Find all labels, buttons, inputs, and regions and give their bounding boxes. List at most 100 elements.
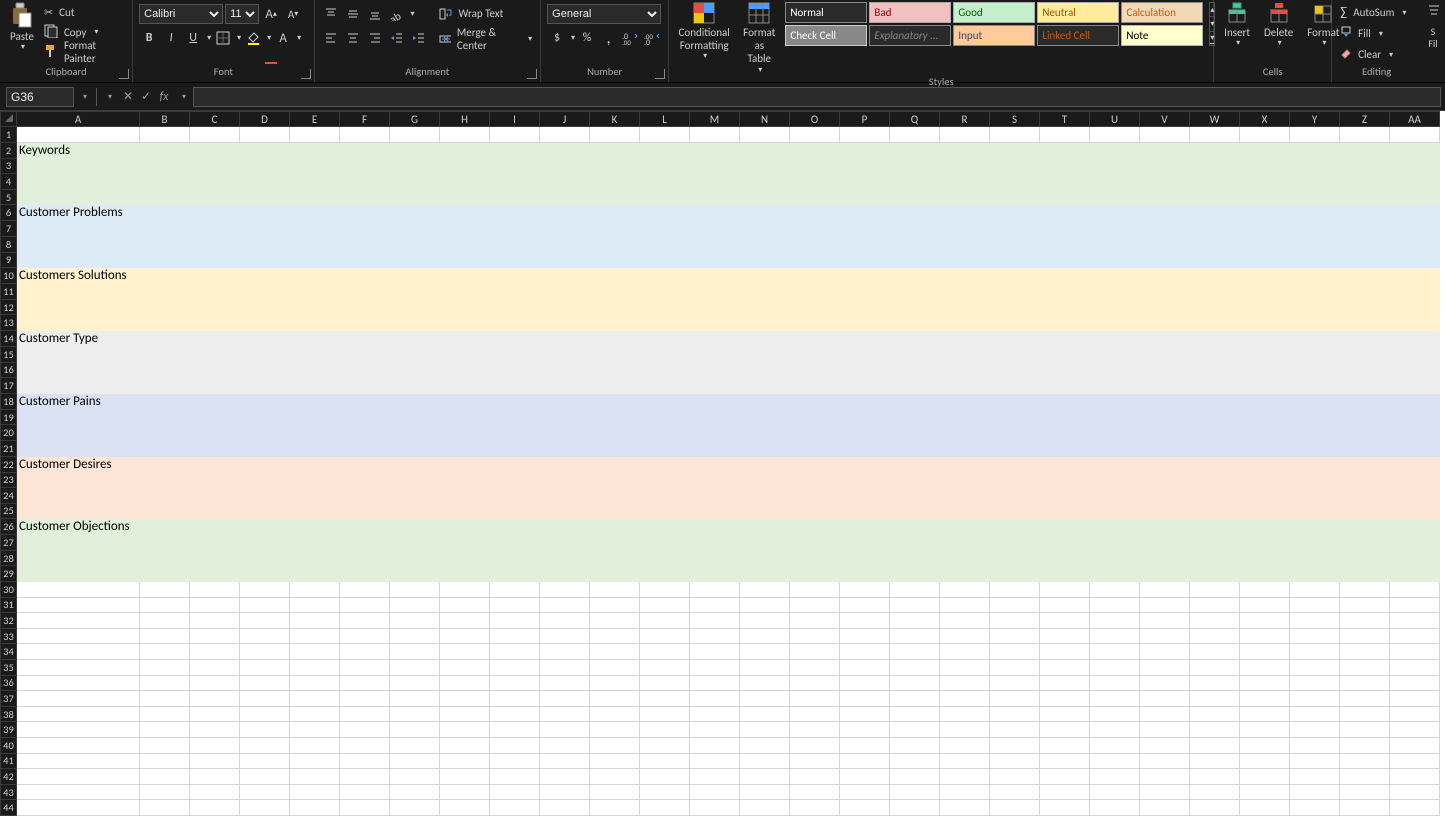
cell[interactable] xyxy=(1340,346,1390,362)
cell[interactable] xyxy=(1240,315,1290,331)
cell[interactable] xyxy=(440,738,490,754)
cell[interactable] xyxy=(690,738,740,754)
cell[interactable] xyxy=(1240,582,1290,598)
cell[interactable] xyxy=(1390,644,1440,660)
cell[interactable] xyxy=(1240,174,1290,190)
font-launcher[interactable] xyxy=(301,69,311,79)
cell[interactable] xyxy=(1090,488,1140,504)
cell[interactable] xyxy=(440,362,490,378)
cell[interactable] xyxy=(940,378,990,394)
cell[interactable] xyxy=(890,503,940,519)
cell[interactable] xyxy=(1190,315,1240,331)
cell[interactable] xyxy=(540,519,590,535)
cell[interactable] xyxy=(990,597,1040,613)
cell[interactable] xyxy=(540,425,590,441)
cell[interactable] xyxy=(1390,252,1440,268)
cell[interactable] xyxy=(990,127,1040,143)
cell[interactable] xyxy=(640,284,690,300)
cell[interactable] xyxy=(1190,519,1240,535)
cell[interactable] xyxy=(240,127,290,143)
underline-button[interactable]: U xyxy=(183,28,203,48)
cell[interactable] xyxy=(840,205,890,221)
cell[interactable] xyxy=(540,378,590,394)
cell[interactable] xyxy=(490,268,540,284)
cell[interactable] xyxy=(440,236,490,252)
cell[interactable] xyxy=(1140,456,1190,472)
cell[interactable] xyxy=(840,582,890,598)
cell[interactable] xyxy=(290,784,340,800)
cell[interactable] xyxy=(640,174,690,190)
cell[interactable] xyxy=(17,784,140,800)
cell[interactable] xyxy=(1340,299,1390,315)
cell[interactable] xyxy=(590,456,640,472)
cell[interactable] xyxy=(1290,252,1340,268)
cell[interactable] xyxy=(690,628,740,644)
cell[interactable] xyxy=(990,706,1040,722)
cell[interactable] xyxy=(1040,346,1090,362)
cell[interactable] xyxy=(440,409,490,425)
cell[interactable] xyxy=(140,535,190,551)
cell[interactable] xyxy=(1140,236,1190,252)
cell[interactable] xyxy=(1290,456,1340,472)
cell[interactable] xyxy=(1040,425,1090,441)
cell[interactable] xyxy=(290,738,340,754)
number-format-select[interactable]: General xyxy=(547,4,661,24)
cell[interactable] xyxy=(890,221,940,237)
cell[interactable] xyxy=(340,784,390,800)
cell[interactable] xyxy=(340,189,390,205)
cell[interactable] xyxy=(390,252,440,268)
cell[interactable] xyxy=(240,488,290,504)
cell[interactable] xyxy=(890,784,940,800)
cell[interactable] xyxy=(390,550,440,566)
cell[interactable] xyxy=(140,268,190,284)
cell[interactable] xyxy=(840,628,890,644)
cell[interactable] xyxy=(17,644,140,660)
cell[interactable] xyxy=(890,738,940,754)
cell[interactable] xyxy=(1390,236,1440,252)
cell[interactable] xyxy=(1040,582,1090,598)
cell[interactable] xyxy=(940,784,990,800)
cell[interactable] xyxy=(990,613,1040,629)
cell[interactable] xyxy=(740,628,790,644)
align-middle-button[interactable] xyxy=(343,4,363,24)
cell[interactable] xyxy=(540,440,590,456)
cell[interactable] xyxy=(1090,158,1140,174)
row-header-36[interactable]: 36 xyxy=(1,675,17,691)
cell[interactable] xyxy=(840,706,890,722)
cell[interactable] xyxy=(1190,738,1240,754)
cell[interactable] xyxy=(690,440,740,456)
cell[interactable] xyxy=(590,691,640,707)
cell[interactable] xyxy=(540,330,590,346)
cell[interactable] xyxy=(740,440,790,456)
currency-button[interactable]: $ xyxy=(547,28,567,48)
cell[interactable] xyxy=(1390,722,1440,738)
cell[interactable] xyxy=(790,142,840,158)
cell[interactable] xyxy=(240,503,290,519)
cell[interactable] xyxy=(440,660,490,676)
cell[interactable] xyxy=(1290,722,1340,738)
cell[interactable] xyxy=(790,158,840,174)
cell[interactable] xyxy=(990,252,1040,268)
cell[interactable] xyxy=(1090,613,1140,629)
cell[interactable] xyxy=(1140,784,1190,800)
cell[interactable] xyxy=(740,503,790,519)
cell[interactable] xyxy=(440,613,490,629)
cell[interactable] xyxy=(440,488,490,504)
cell[interactable] xyxy=(290,236,340,252)
cell[interactable] xyxy=(240,393,290,409)
cell[interactable] xyxy=(440,205,490,221)
cell[interactable] xyxy=(290,660,340,676)
cell[interactable] xyxy=(790,236,840,252)
cell[interactable] xyxy=(540,236,590,252)
cell[interactable] xyxy=(890,456,940,472)
cell[interactable] xyxy=(740,472,790,488)
cell[interactable] xyxy=(740,127,790,143)
cell[interactable] xyxy=(190,221,240,237)
cell[interactable] xyxy=(140,706,190,722)
cell[interactable] xyxy=(790,378,840,394)
cell[interactable] xyxy=(1340,644,1390,660)
cell[interactable] xyxy=(990,268,1040,284)
row-header-41[interactable]: 41 xyxy=(1,753,17,769)
cell[interactable] xyxy=(540,800,590,816)
row-header-7[interactable]: 7 xyxy=(1,221,17,237)
